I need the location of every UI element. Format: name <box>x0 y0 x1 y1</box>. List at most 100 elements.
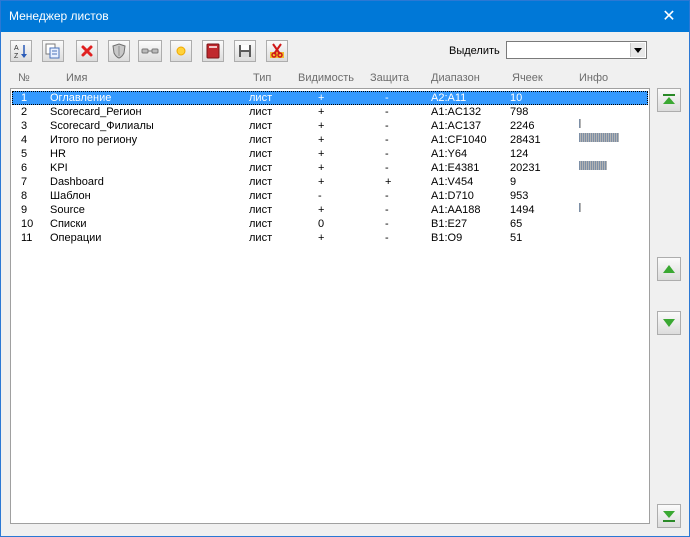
move-up-button[interactable] <box>657 257 681 281</box>
cell-type: лист <box>249 176 273 188</box>
title-bar: Менеджер листов ✕ <box>1 1 689 32</box>
cell-type: лист <box>249 92 273 104</box>
sheet-list[interactable]: 1 Оглавление лист + - A2:A11 10 2 Scorecard_Реги… <box>10 88 650 524</box>
cell-visibility: + <box>318 162 325 174</box>
cell-range: A1:Y64 <box>431 148 468 160</box>
book-icon <box>206 43 220 59</box>
cell-num: 11 <box>21 232 33 244</box>
move-down-button[interactable] <box>657 311 681 335</box>
header-name[interactable]: Имя <box>66 72 87 84</box>
cell-protection: - <box>385 106 389 118</box>
cell-name: Scorecard_Филиалы <box>50 120 154 132</box>
arrow-up-icon <box>663 265 675 273</box>
cell-visibility: + <box>318 134 325 146</box>
cell-name: HR <box>50 148 66 160</box>
svg-text:Z: Z <box>14 53 19 59</box>
sort-az-button[interactable]: A Z <box>10 40 32 62</box>
cell-protection: - <box>385 204 389 216</box>
close-button[interactable]: ✕ <box>649 1 689 32</box>
table-row[interactable]: 5 HR лист + - A1:Y64 124 <box>12 147 648 161</box>
copy-sheet-button[interactable] <box>42 40 64 62</box>
cell-type: лист <box>249 148 273 160</box>
scissors-icon <box>270 43 284 58</box>
cut-button[interactable] <box>266 40 288 62</box>
cell-name: Операции <box>50 232 102 244</box>
table-row[interactable]: 3 Scorecard_Филиалы лист + - A1:AC137 2246 <box>12 119 648 133</box>
cell-name: Source <box>50 204 85 216</box>
table-row[interactable]: 7 Dashboard лист + + A1:V454 9 <box>12 175 648 189</box>
sheet-manager-window: Менеджер листов ✕ A Z Выделить № Имя Тип… <box>0 0 690 537</box>
cell-visibility: + <box>318 204 325 216</box>
info-bar <box>579 119 581 128</box>
cell-type: лист <box>249 232 273 244</box>
cell-type: лист <box>249 204 273 216</box>
header-visibility[interactable]: Видимость <box>298 72 354 84</box>
cell-protection: + <box>385 176 392 188</box>
cell-cells: 2246 <box>510 120 535 132</box>
table-row[interactable]: 9 Source лист + - A1:AA188 1494 <box>12 203 648 217</box>
cell-type: лист <box>249 162 273 174</box>
header-range[interactable]: Диапазон <box>431 72 480 84</box>
cell-name: Dashboard <box>50 176 104 188</box>
protect-sheet-button[interactable] <box>108 40 130 62</box>
cell-range: A1:CF1040 <box>431 134 487 146</box>
cell-num: 2 <box>21 106 28 118</box>
delete-icon <box>81 45 93 57</box>
header-cells[interactable]: Ячеек <box>512 72 543 84</box>
delete-sheet-button[interactable] <box>76 40 98 62</box>
cell-num: 8 <box>21 190 28 202</box>
book-button[interactable] <box>202 40 224 62</box>
glasses-icon <box>141 48 159 54</box>
info-bar <box>579 203 581 212</box>
new-sheet-button[interactable] <box>170 40 192 62</box>
cell-range: A1:V454 <box>431 176 474 188</box>
header-num[interactable]: № <box>18 72 30 84</box>
column-headers: № Имя Тип Видимость Защита Диапазон Ячее… <box>10 72 650 88</box>
cell-num: 9 <box>21 204 28 216</box>
table-row[interactable]: 8 Шаблон лист - - A1:D710 953 <box>12 189 648 203</box>
window-title: Менеджер листов <box>9 9 109 23</box>
cell-range: A1:AA188 <box>431 204 481 216</box>
cell-visibility: + <box>318 176 325 188</box>
cell-protection: - <box>385 232 389 244</box>
cell-cells: 124 <box>510 148 529 160</box>
chevron-down-icon[interactable] <box>630 43 645 57</box>
visibility-button[interactable] <box>138 40 162 62</box>
cell-visibility: + <box>318 232 325 244</box>
cell-range: A1:AC132 <box>431 106 482 118</box>
header-info[interactable]: Инфо <box>579 72 608 84</box>
header-protection[interactable]: Защита <box>370 72 409 84</box>
cell-type: лист <box>249 134 273 146</box>
cell-protection: - <box>385 162 389 174</box>
cell-name: Оглавление <box>50 92 112 104</box>
save-button[interactable] <box>234 40 256 62</box>
table-row[interactable]: 10 Списки лист 0 - B1:E27 65 <box>12 217 648 231</box>
cell-cells: 51 <box>510 232 523 244</box>
cell-name: Scorecard_Регион <box>50 106 142 118</box>
header-type[interactable]: Тип <box>253 72 271 84</box>
select-label: Выделить <box>449 45 500 57</box>
cell-range: A1:AC137 <box>431 120 482 132</box>
cell-name: KPI <box>50 162 68 174</box>
cell-protection: - <box>385 134 389 146</box>
cell-visibility: + <box>318 106 325 118</box>
table-row[interactable]: 2 Scorecard_Регион лист + - A1:AC132 798 <box>12 105 648 119</box>
cell-range: A1:E4381 <box>431 162 480 174</box>
select-dropdown[interactable] <box>506 41 647 59</box>
move-top-button[interactable] <box>657 88 681 112</box>
cell-range: B1:E27 <box>431 218 468 230</box>
cell-num: 3 <box>21 120 28 132</box>
cell-type: лист <box>249 120 273 132</box>
cell-cells: 20231 <box>510 162 541 174</box>
cell-range: B1:O9 <box>431 232 463 244</box>
table-row[interactable]: 11 Операции лист + - B1:O9 51 <box>12 231 648 245</box>
arrow-down-icon <box>663 319 675 327</box>
table-row[interactable]: 6 KPI лист + - A1:E4381 20231 <box>12 161 648 175</box>
arrow-bottom-icon <box>663 511 675 522</box>
cell-name: Списки <box>50 218 87 230</box>
table-row[interactable]: 4 Итого по региону лист + - A1:CF1040 28431 <box>12 133 648 147</box>
cell-type: лист <box>249 106 273 118</box>
table-row[interactable]: 1 Оглавление лист + - A2:A11 10 <box>12 91 648 105</box>
move-bottom-button[interactable] <box>657 504 681 528</box>
cell-cells: 1494 <box>510 204 535 216</box>
